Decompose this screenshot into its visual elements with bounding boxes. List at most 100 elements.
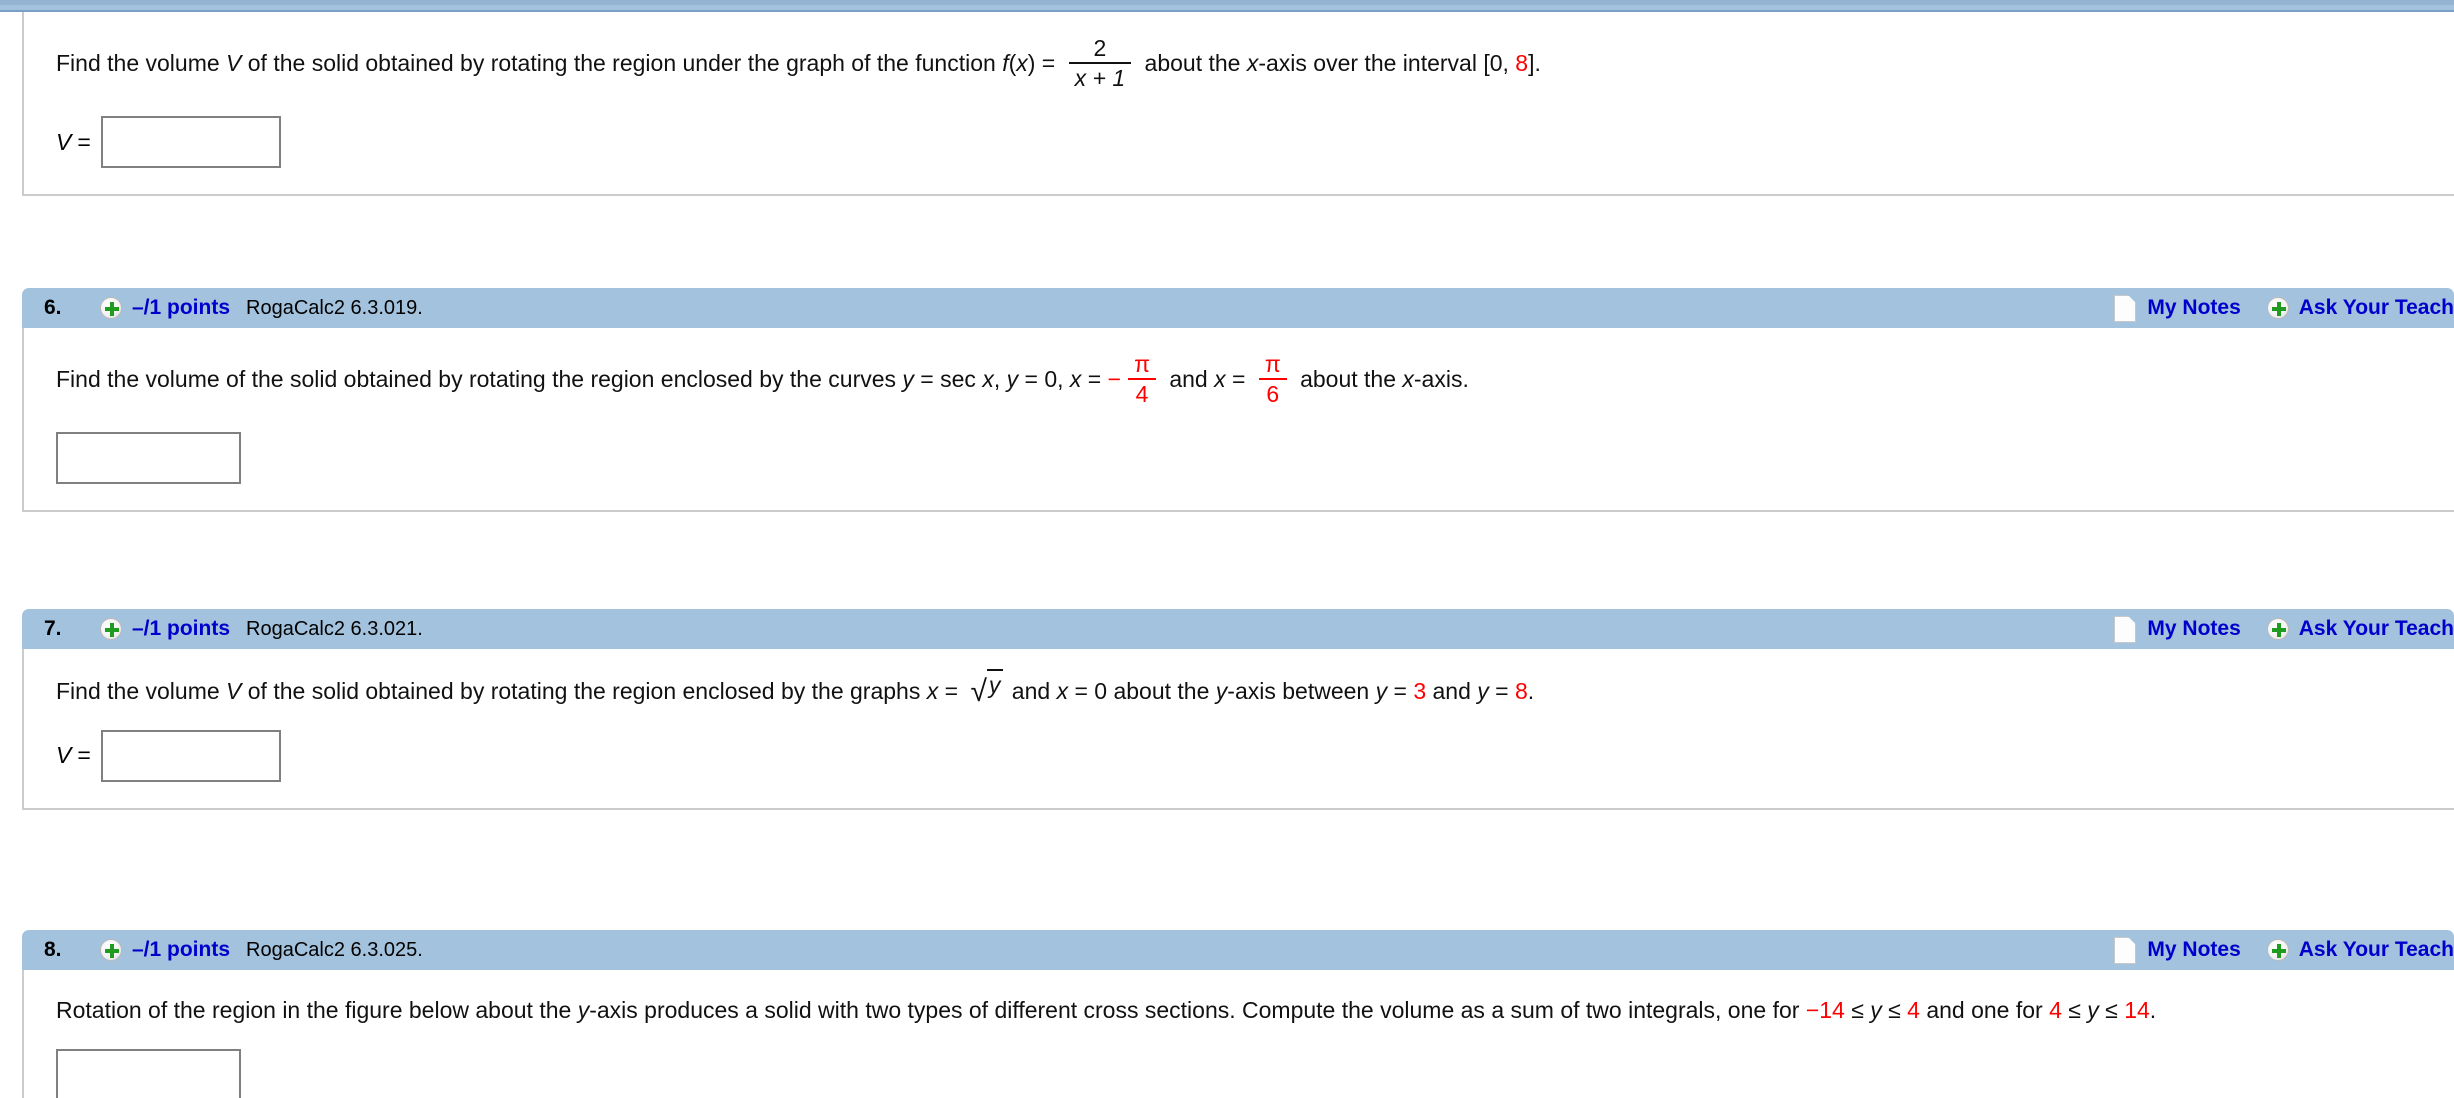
text-run: .	[2149, 997, 2157, 1023]
text-run: Find the volume of the solid obtained by…	[56, 366, 903, 393]
highlight-value: 14	[2124, 997, 2150, 1023]
question-body: Find the volume of the solid obtained by…	[22, 328, 2454, 513]
document-icon[interactable]	[2114, 936, 2137, 964]
text-run: =	[938, 678, 965, 704]
text-run: ) =	[1027, 50, 1062, 77]
points-label[interactable]: –/1 points	[132, 938, 230, 962]
ask-your-teacher-link[interactable]: Ask Your Teach	[2299, 296, 2454, 320]
question-number: 7.	[44, 617, 62, 640]
plus-circle-icon[interactable]	[2266, 618, 2289, 640]
highlight-value: 4	[2049, 997, 2062, 1023]
question-text: Find the volume of the solid obtained by…	[56, 351, 2454, 408]
plus-circle-icon[interactable]	[2266, 939, 2289, 961]
ask-your-teacher-link[interactable]: Ask Your Teach	[2299, 938, 2454, 962]
question-reference: RogaCalc2 6.3.025.	[246, 938, 423, 961]
plus-circle-icon[interactable]	[100, 297, 122, 319]
text-run: -axis.	[1413, 366, 1469, 393]
highlight-value: 8	[1515, 50, 1529, 77]
question-block: Find the volume V of the solid obtained …	[0, 12, 2454, 197]
question-reference: RogaCalc2 6.3.021.	[246, 617, 423, 640]
text-run: y	[2087, 997, 2099, 1023]
text-run: x	[926, 678, 939, 704]
question-body: Find the volume V of the solid obtained …	[22, 12, 2454, 197]
highlight-value: 8	[1514, 678, 1528, 704]
fraction-bar	[1258, 378, 1287, 381]
text-run: =	[1081, 366, 1108, 393]
fraction-numerator: π	[1264, 351, 1281, 377]
text-run: and one for	[1919, 997, 2050, 1023]
question-header: 6. –/1 points RogaCalc2 6.3.019. My Notes As…	[22, 288, 2454, 328]
text-run: x	[1056, 678, 1069, 704]
my-notes-link[interactable]: My Notes	[2147, 617, 2240, 641]
text-run: y	[1375, 678, 1388, 704]
highlight-value: 4	[1907, 997, 1920, 1023]
plus-circle-icon[interactable]	[100, 618, 122, 640]
assignment-page: Find the volume V of the solid obtained …	[0, 0, 2454, 1098]
text-run: =	[1387, 678, 1414, 704]
fraction-denominator: 4	[1135, 381, 1149, 408]
fraction-bar	[1128, 378, 1156, 381]
my-notes-link[interactable]: My Notes	[2147, 938, 2240, 962]
text-run: x	[1214, 366, 1226, 393]
text-run: y	[1477, 678, 1489, 704]
my-notes-link[interactable]: My Notes	[2147, 296, 2240, 320]
text-run: y	[1006, 366, 1019, 393]
text-run: V	[226, 50, 242, 77]
text-run: ,	[993, 366, 1007, 393]
answer-input[interactable]	[56, 1048, 241, 1098]
answer-input[interactable]	[100, 116, 281, 169]
text-run: about the	[1138, 50, 1247, 77]
fraction-denominator: 6	[1266, 381, 1280, 408]
text-run: x	[982, 366, 994, 393]
plus-circle-icon[interactable]	[100, 939, 122, 961]
fraction: π6	[1258, 351, 1287, 408]
answer-input[interactable]	[100, 729, 281, 782]
document-icon[interactable]	[2114, 615, 2137, 643]
points-label[interactable]: –/1 points	[132, 296, 230, 320]
document-icon[interactable]	[2114, 294, 2137, 322]
fraction: 2 x + 1	[1068, 36, 1132, 92]
text-run: -axis between	[1227, 678, 1376, 704]
radical-sign: √	[970, 675, 987, 708]
square-root: √y	[966, 669, 1004, 708]
text-run: x	[1402, 366, 1414, 393]
text-run: V	[226, 678, 242, 704]
answer-row: V =	[56, 116, 2454, 169]
answer-label: V	[56, 742, 72, 769]
highlight-value: −	[1107, 366, 1122, 393]
question-body: Rotation of the region in the figure bel…	[22, 970, 2454, 1098]
fraction-bar	[1068, 62, 1132, 65]
highlight-value: 3	[1413, 678, 1427, 704]
text-run: y	[902, 366, 914, 393]
answer-row: V =	[56, 729, 2454, 782]
question-reference: RogaCalc2 6.3.019.	[246, 296, 423, 319]
answer-row	[56, 432, 2454, 485]
text-run: y	[1870, 997, 1882, 1023]
text-run: -axis produces a solid with two types of…	[589, 997, 1806, 1023]
text-run: =	[1225, 366, 1252, 393]
question-text: Find the volume V of the solid obtained …	[56, 669, 2454, 708]
text-run: x	[1246, 50, 1259, 77]
text-run: of the solid obtained by rotating the re…	[241, 50, 1003, 77]
question-number: 6.	[44, 296, 62, 319]
plus-circle-icon[interactable]	[2266, 297, 2289, 319]
answer-input[interactable]	[56, 432, 241, 485]
fraction-numerator: π	[1134, 351, 1150, 377]
ask-your-teacher-link[interactable]: Ask Your Teach	[2299, 617, 2454, 641]
fraction-denominator: x + 1	[1074, 65, 1126, 92]
text-run: y	[1215, 678, 1228, 704]
question-block: 6. –/1 points RogaCalc2 6.3.019. My Notes As…	[0, 288, 2454, 513]
text-run: and	[1162, 366, 1215, 393]
text-run: Find the volume	[56, 678, 227, 704]
text-run: = sec	[913, 366, 983, 393]
question-header: 7. –/1 points RogaCalc2 6.3.021. My Notes As…	[22, 609, 2454, 649]
text-run: x	[1016, 50, 1028, 77]
text-run: y	[577, 997, 590, 1023]
text-run: x	[1069, 366, 1082, 393]
text-run: ≤	[2098, 997, 2125, 1023]
equals-sign: =	[77, 742, 91, 769]
radicand: y	[986, 669, 1004, 700]
text-run: ≤	[1881, 997, 1908, 1023]
text-run: ≤	[2061, 997, 2088, 1023]
points-label[interactable]: –/1 points	[132, 617, 230, 641]
